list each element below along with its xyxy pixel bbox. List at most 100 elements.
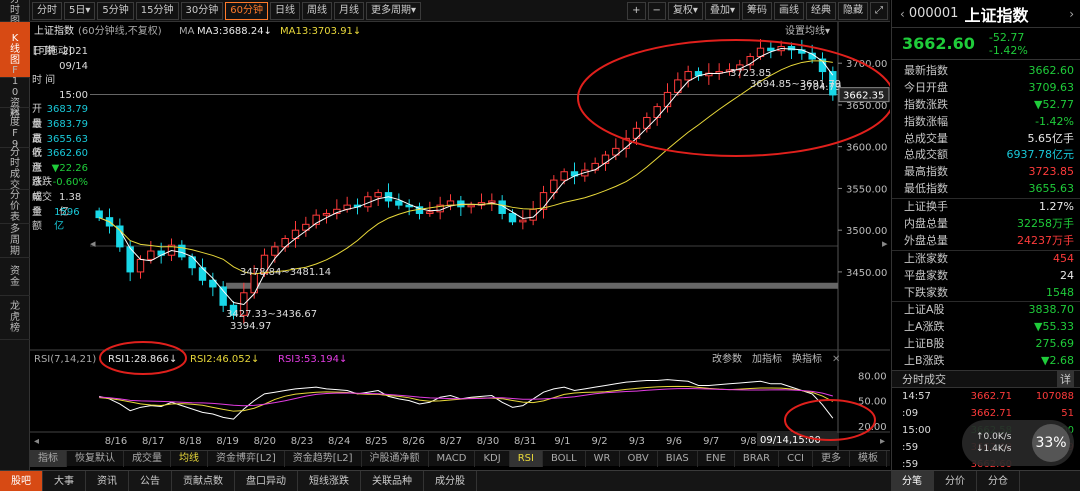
- period-button-6[interactable]: 日线: [269, 1, 300, 20]
- period-button-5[interactable]: 60分钟: [225, 1, 268, 20]
- ticks-tab-2[interactable]: 分仓: [977, 471, 1020, 491]
- candle-body: [136, 258, 145, 273]
- rsi-link-1[interactable]: 加指标: [752, 352, 782, 365]
- tool-button-0[interactable]: +: [627, 2, 646, 20]
- indicator-tab-13[interactable]: BIAS: [658, 450, 698, 467]
- candle-body: [178, 244, 186, 258]
- indicator-tab-0[interactable]: 指标: [30, 450, 67, 467]
- left-nav-item-5[interactable]: 分价表: [0, 190, 30, 224]
- indicator-tab-10[interactable]: BOLL: [543, 450, 586, 467]
- quote-key: 今日开盘: [904, 80, 948, 94]
- last-price: 3662.60: [902, 34, 975, 53]
- candle-body: [219, 286, 227, 306]
- x-tick-label: 9/1: [554, 436, 570, 447]
- info-value: 1596亿: [54, 206, 80, 233]
- footer-tab-3[interactable]: 公告: [129, 470, 172, 491]
- footer-tab-1[interactable]: 大事: [43, 470, 86, 491]
- indicator-tab-4[interactable]: 资金博弈[L2]: [208, 450, 285, 467]
- quote-key: 外盘总量: [904, 233, 948, 247]
- left-nav-item-3[interactable]: 深度F9: [0, 106, 30, 150]
- left-nav-item-6[interactable]: 多周期: [0, 224, 30, 258]
- chart-header-1: (60分钟线,不复权): [78, 24, 162, 37]
- left-nav-item-8[interactable]: 龙虎榜: [0, 296, 30, 340]
- candle-body: [147, 250, 155, 260]
- left-nav-item-0[interactable]: 分时图: [0, 0, 30, 27]
- ticks-title: 分时成交: [902, 373, 946, 387]
- footer-tab-4[interactable]: 贡献点数: [172, 470, 235, 491]
- footer-tab-0[interactable]: 股吧: [0, 470, 43, 491]
- axis-right-arrow-icon[interactable]: ▸: [880, 436, 885, 447]
- x-tick-label: 8/18: [179, 436, 201, 447]
- x-tick-label: 8/24: [328, 436, 350, 447]
- scroll-right-icon[interactable]: ▸: [882, 237, 888, 250]
- info-row: 涨跌幅 -0.60%: [32, 176, 88, 203]
- ticks-tab-1[interactable]: 分价: [934, 471, 977, 491]
- indicator-tab-1[interactable]: 恢复默认: [67, 450, 124, 467]
- tool-button-5[interactable]: 画线: [774, 2, 804, 20]
- indicator-tab-18[interactable]: 模板: [850, 450, 888, 467]
- left-nav-item-7[interactable]: 资金: [0, 258, 30, 296]
- footer-tab-5[interactable]: 盘口异动: [235, 470, 298, 491]
- indicator-tab-9[interactable]: RSI: [509, 450, 543, 467]
- axis-left-arrow-icon[interactable]: ◂: [34, 436, 39, 447]
- indicator-tab-14[interactable]: ENE: [698, 450, 735, 467]
- indicator-tab-17[interactable]: 更多: [813, 450, 851, 467]
- candle-body: [508, 212, 517, 223]
- tick-row: 14:57 3662.71 107088: [892, 388, 1080, 405]
- quote-key: 总成交额: [904, 148, 948, 162]
- period-button-3[interactable]: 15分钟: [135, 1, 179, 20]
- period-button-1[interactable]: 5日▾: [64, 1, 96, 20]
- indicator-tab-2[interactable]: 成交量: [124, 450, 171, 467]
- collapse-icon[interactable]: ⤢: [870, 2, 888, 20]
- ma-settings-link[interactable]: 设置均线▾: [785, 24, 830, 37]
- period-button-0[interactable]: 分时: [32, 1, 62, 20]
- tool-button-4[interactable]: 筹码: [742, 2, 772, 20]
- indicator-tab-15[interactable]: BRAR: [735, 450, 780, 467]
- indicator-tab-12[interactable]: OBV: [620, 450, 658, 467]
- tool-button-6[interactable]: 经典: [806, 2, 836, 20]
- indicator-tab-11[interactable]: WR: [586, 450, 620, 467]
- period-button-2[interactable]: 5分钟: [97, 1, 134, 20]
- scroll-left-icon[interactable]: ◂: [90, 237, 96, 250]
- rsi-link-2[interactable]: 换指标: [792, 352, 822, 365]
- footer-tab-7[interactable]: 关联品种: [361, 470, 424, 491]
- candle-body: [426, 211, 434, 214]
- indicator-tab-16[interactable]: CCI: [779, 450, 814, 467]
- x-tick-label: 8/26: [402, 436, 424, 447]
- period-button-8[interactable]: 月线: [333, 1, 364, 20]
- quote-row: 上证换手 1.27%: [892, 199, 1080, 216]
- period-button-4[interactable]: 30分钟: [180, 1, 224, 20]
- footer-tab-6[interactable]: 短线涨跌: [298, 470, 361, 491]
- footer-tab-2[interactable]: 资讯: [86, 470, 129, 491]
- tick-time: :59: [902, 442, 919, 454]
- quote-value: ▼55.33: [1034, 320, 1074, 334]
- forward-arrow-icon[interactable]: ›: [1069, 7, 1074, 21]
- ticks-tab-0[interactable]: 分笔: [891, 471, 934, 491]
- indicator-tab-8[interactable]: KDJ: [475, 450, 510, 467]
- cursor-time-label: 09/14,15:00: [760, 435, 821, 446]
- left-nav-item-2[interactable]: F10资料: [0, 65, 30, 120]
- tool-button-2[interactable]: 复权▾: [667, 2, 703, 20]
- tool-button-7[interactable]: 隐藏: [838, 2, 868, 20]
- indicator-tab-6[interactable]: 沪股通净额: [362, 450, 429, 467]
- back-arrow-icon[interactable]: ‹: [900, 7, 905, 21]
- quote-panel: ‹ 000001 上证指数 › 3662.60 -52.77 -1.42% 最新…: [891, 0, 1080, 470]
- indicator-tab-5[interactable]: 资金趋势[L2]: [285, 450, 362, 467]
- x-tick-label: 8/27: [440, 436, 462, 447]
- footer-tab-8[interactable]: 成分股: [424, 470, 477, 491]
- x-tick-label: 8/19: [216, 436, 238, 447]
- period-button-7[interactable]: 周线: [301, 1, 332, 20]
- indicator-tab-7[interactable]: MACD: [429, 450, 476, 467]
- period-button-9[interactable]: 更多周期▾: [365, 1, 421, 20]
- tool-button-3[interactable]: 叠加▾: [704, 2, 740, 20]
- quote-value: 6937.78亿元: [1006, 148, 1075, 162]
- left-nav-item-4[interactable]: 分时成交: [0, 147, 30, 191]
- quote-value: 1548: [1046, 285, 1074, 299]
- ticks-more-button[interactable]: 详: [1057, 371, 1074, 388]
- rsi-link-0[interactable]: 改参数: [712, 352, 742, 365]
- close-icon[interactable]: ✕: [832, 354, 840, 365]
- quote-row: 今日开盘 3709.63: [892, 80, 1080, 97]
- indicator-tab-3[interactable]: 均线: [171, 450, 208, 467]
- kline-chart[interactable]: 3700.003650.003600.003550.003500.003450.…: [30, 22, 890, 450]
- tool-button-1[interactable]: −: [647, 2, 666, 20]
